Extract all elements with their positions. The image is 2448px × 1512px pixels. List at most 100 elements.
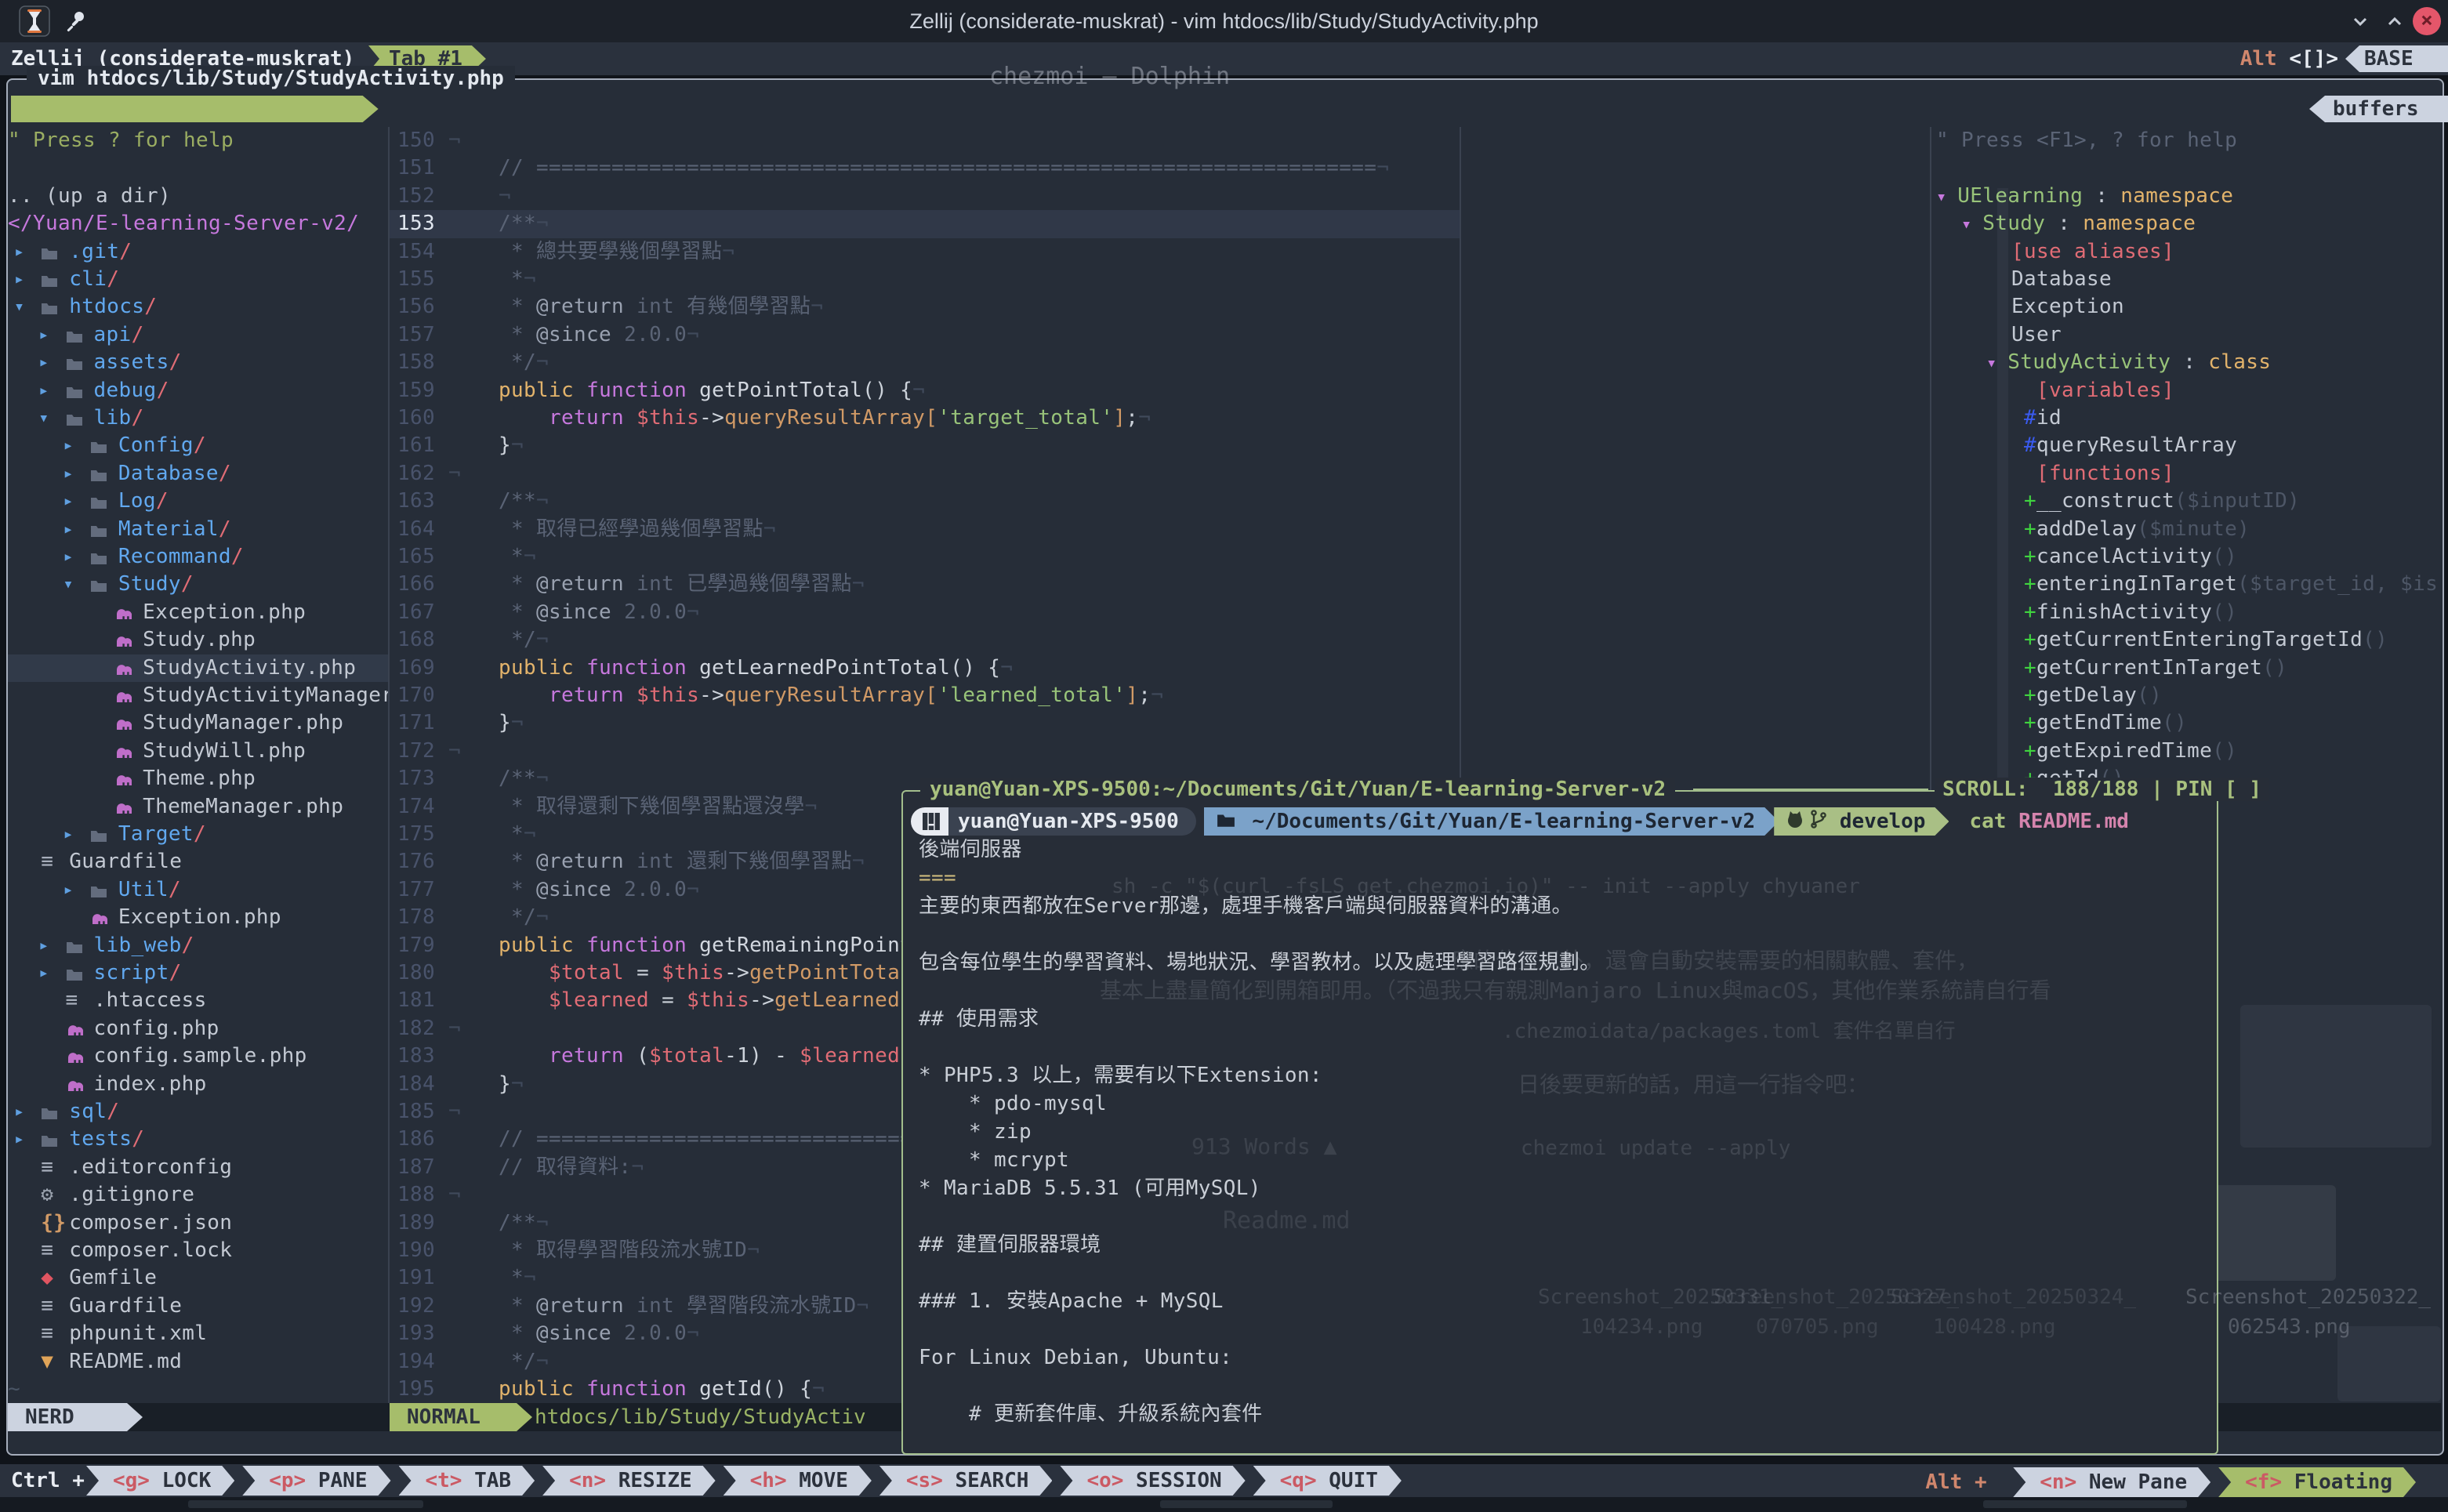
- tag-item[interactable]: ▾ UElearning : namespace: [1936, 183, 2233, 210]
- code-line: 190 * 取得學習階段流水號ID¬: [390, 1237, 760, 1264]
- tree-item[interactable]: ◆Gemfile: [8, 1264, 390, 1292]
- code-line: 184 }¬: [390, 1071, 524, 1098]
- tree-item[interactable]: ▸api/: [8, 321, 390, 349]
- tree-item[interactable]: config.php: [8, 1015, 390, 1042]
- key-badge-floating[interactable]: <f> Floating: [2218, 1467, 2416, 1497]
- nerdtree-panel[interactable]: " Press ? for help .. (up a dir)</Yuan/E-…: [8, 127, 390, 1404]
- tag-item[interactable]: +getExpiredTime(): [1936, 738, 2237, 765]
- tree-item[interactable]: ▸debug/: [8, 377, 390, 404]
- line-number: 165: [390, 543, 435, 571]
- buffers-badge[interactable]: buffers: [2309, 96, 2448, 122]
- chevron-closed-icon: ▸: [63, 543, 74, 571]
- key-badge-search[interactable]: <s> SEARCH: [879, 1466, 1053, 1496]
- tree-item[interactable]: {}composer.json: [8, 1209, 390, 1237]
- tag-item[interactable]: #queryResultArray: [1936, 432, 2237, 459]
- tree-item[interactable]: ≡.htaccess: [8, 987, 390, 1014]
- line-number: 183: [390, 1042, 435, 1070]
- tree-item[interactable]: ▸Util/: [8, 876, 390, 904]
- tree-item[interactable]: ▼README.md: [8, 1348, 390, 1376]
- folder-icon: [66, 349, 83, 376]
- tree-item[interactable]: Study.php: [8, 626, 390, 654]
- tree-item[interactable]: ▾lib/: [8, 404, 390, 432]
- tag-item[interactable]: ▾ StudyActivity : class: [1936, 349, 2271, 376]
- key-badge-tab[interactable]: <t> TAB: [399, 1466, 535, 1496]
- tag-item[interactable]: +finishActivity(): [1936, 599, 2237, 626]
- tree-item[interactable]: ▸cli/: [8, 266, 390, 293]
- tree-item[interactable]: config.sample.php: [8, 1042, 390, 1070]
- tree-item[interactable]: ThemeManager.php: [8, 793, 390, 821]
- chevron-closed-icon: ▸: [63, 488, 74, 515]
- tree-item[interactable]: ▸Log/: [8, 488, 390, 515]
- tree-item[interactable]: ▸script/: [8, 959, 390, 987]
- tag-item[interactable]: +enteringInTarget($target_id, $is: [1936, 571, 2438, 598]
- pin-icon[interactable]: [64, 8, 89, 36]
- tree-item[interactable]: StudyManager.php: [8, 709, 390, 737]
- tree-item[interactable]: ▸Database/: [8, 460, 390, 488]
- prompt-host-segment: yuan@Yuan-XPS-9500: [948, 807, 1196, 836]
- tag-item[interactable]: Database: [1936, 266, 2112, 293]
- chevron-up-icon[interactable]: [2381, 9, 2408, 33]
- tree-item[interactable]: ▾Study/: [8, 571, 390, 598]
- key-badge-new-pane[interactable]: <n> New Pane: [2013, 1467, 2210, 1497]
- readme-line: 主要的東西都放在Server那邊，處理手機客戶端與伺服器資料的溝通。: [919, 892, 1572, 920]
- tree-item[interactable]: </Yuan/E-learning-Server-v2/: [8, 210, 390, 237]
- tree-item[interactable]: ≡phpunit.xml: [8, 1320, 390, 1347]
- tag-item[interactable]: Exception: [1936, 293, 2124, 321]
- tag-item[interactable]: ▾ Study : namespace: [1936, 210, 2196, 237]
- tag-item[interactable]: [use aliases]: [1936, 238, 2174, 266]
- tree-item[interactable]: ▸Config/: [8, 432, 390, 459]
- readme-line: ===: [919, 864, 956, 892]
- folder-icon: [41, 1098, 58, 1126]
- tree-item[interactable]: Exception.php: [8, 599, 390, 626]
- tree-item[interactable]: StudyActivityManager.php: [8, 682, 390, 709]
- key-badge-quit[interactable]: <q> QUIT: [1253, 1466, 1402, 1496]
- tree-item[interactable]: Theme.php: [8, 765, 390, 792]
- code-line: 162¬: [390, 460, 461, 488]
- tag-item[interactable]: +getEndTime(): [1936, 709, 2187, 737]
- tag-item[interactable]: [variables]: [1936, 377, 2174, 404]
- tree-item[interactable]: ▸assets/: [8, 349, 390, 376]
- tree-item[interactable]: ▸.git/: [8, 238, 390, 266]
- tree-item[interactable]: ▸Recommand/: [8, 543, 390, 571]
- tree-item[interactable]: ▸Material/: [8, 516, 390, 543]
- key-badge-move[interactable]: <h> MOVE: [724, 1466, 872, 1496]
- tree-item[interactable]: ▸Target/: [8, 821, 390, 848]
- tree-item[interactable]: ▸tests/: [8, 1126, 390, 1153]
- tree-item[interactable]: StudyActivity.php: [8, 654, 390, 682]
- window-separator[interactable]: [388, 127, 390, 1404]
- tree-item[interactable]: ≡Guardfile: [8, 848, 390, 876]
- tree-item[interactable]: index.php: [8, 1071, 390, 1098]
- tree-item[interactable]: .. (up a dir): [8, 183, 390, 210]
- line-number: 150: [390, 127, 435, 154]
- tag-item[interactable]: " Press <F1>, ? for help: [1936, 127, 2237, 154]
- chevron-down-icon[interactable]: [2347, 9, 2374, 33]
- readme-line: 包含每位學生的學習資料、場地狀況、學習教材。以及處理學習路徑規劃。: [919, 948, 1601, 977]
- tree-item[interactable]: ▾htdocs/: [8, 293, 390, 321]
- line-number: 185: [390, 1098, 435, 1126]
- tag-item[interactable]: +getDelay(): [1936, 682, 2162, 709]
- floating-pane-body[interactable]: yuan@Yuan-XPS-9500 ~/Documents/Git/Yuan/…: [903, 792, 2214, 1450]
- key-badge-session[interactable]: <o> SESSION: [1060, 1466, 1245, 1496]
- chevron-closed-icon: ▸: [38, 377, 49, 404]
- key-badge-lock[interactable]: <g> LOCK: [86, 1466, 234, 1496]
- tag-item[interactable]: +cancelActivity(): [1936, 543, 2237, 571]
- tree-item[interactable]: ≡composer.lock: [8, 1237, 390, 1264]
- tree-item[interactable]: " Press ? for help: [8, 127, 390, 154]
- close-icon[interactable]: ×: [2413, 7, 2441, 35]
- tree-item[interactable]: Exception.php: [8, 904, 390, 931]
- tree-item[interactable]: ≡.editorconfig: [8, 1154, 390, 1181]
- tree-item[interactable]: ≡Guardfile: [8, 1293, 390, 1320]
- active-buffer-badge[interactable]: h/l/S/StudyActivity.php: [11, 96, 379, 122]
- tree-item[interactable]: ⚙.gitignore: [8, 1181, 390, 1209]
- tag-item[interactable]: [functions]: [1936, 460, 2174, 488]
- tag-item[interactable]: +getCurrentInTarget(): [1936, 654, 2287, 682]
- tree-item[interactable]: ▸lib_web/: [8, 932, 390, 959]
- line-number: 176: [390, 848, 435, 876]
- tag-item[interactable]: +__construct($inputID): [1936, 488, 2300, 515]
- tree-item[interactable]: StudyWill.php: [8, 738, 390, 765]
- tag-item[interactable]: +addDelay($minute): [1936, 516, 2250, 543]
- key-badge-resize[interactable]: <n> RESIZE: [542, 1466, 716, 1496]
- tree-item[interactable]: ▸sql/: [8, 1098, 390, 1126]
- code-line: 156 * @return int 有幾個學習點¬: [390, 293, 823, 321]
- key-badge-pane[interactable]: <p> PANE: [242, 1466, 390, 1496]
